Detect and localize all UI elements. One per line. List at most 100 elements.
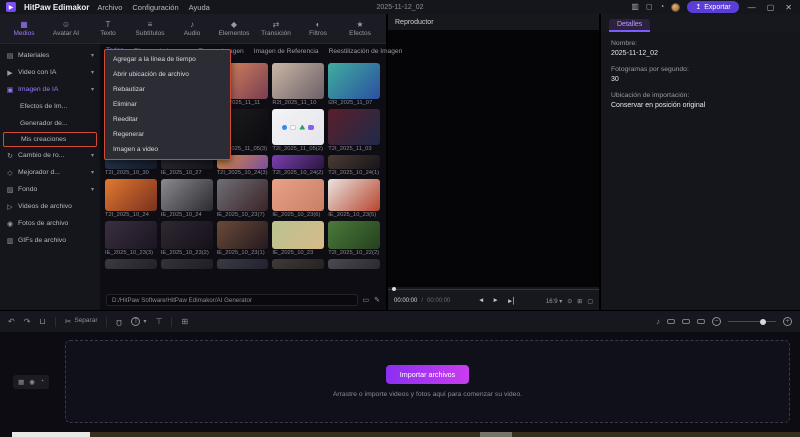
context-menu-item[interactable]: Eliminar	[105, 97, 230, 112]
scrubber-handle[interactable]	[392, 287, 396, 291]
media-thumbnail[interactable]	[216, 179, 269, 211]
sidebar-item[interactable]: ▤ Materiales	[0, 47, 100, 64]
sidebar-item[interactable]: Efectos de Im...	[0, 98, 100, 115]
media-thumbnail[interactable]	[160, 179, 213, 211]
media-tab[interactable]: Imagen de Referencia	[254, 48, 319, 55]
ribbon-item[interactable]: ♪ Audio	[172, 20, 212, 37]
media-item[interactable]: IE_2025_10_23(3)	[105, 221, 157, 256]
ribbon-item[interactable]: ⇄ Transición	[256, 20, 296, 37]
media-thumbnail[interactable]	[272, 63, 325, 99]
menubar-item[interactable]: Configuración	[132, 3, 178, 12]
sidebar-item[interactable]: ↻ Cambio de ro...	[0, 147, 100, 164]
media-thumbnail[interactable]	[216, 259, 269, 269]
media-item[interactable]: T2I_2025_10_24(1)	[328, 155, 380, 176]
media-item[interactable]	[160, 259, 213, 270]
media-item[interactable]	[272, 259, 325, 270]
track-size-small-icon[interactable]	[667, 319, 675, 324]
voiceover-icon[interactable]: ♪	[656, 317, 660, 326]
feedback-icon[interactable]: ◻	[646, 3, 653, 11]
text-tool-button[interactable]: T ▾	[131, 317, 146, 326]
play-icon[interactable]: ►	[492, 297, 498, 305]
media-thumbnail[interactable]	[105, 259, 157, 269]
path-field[interactable]: D:/HitPaw Software/HitPaw Edimakor/AI Ge…	[106, 294, 358, 306]
magnet-icon[interactable]: Ω	[116, 318, 122, 327]
folder-view-icon[interactable]: ▭	[363, 296, 370, 304]
sidebar-item[interactable]: Mis creaciones	[3, 132, 97, 147]
resize-icon[interactable]: ⊞	[577, 298, 582, 305]
media-item[interactable]: IE_2025_10_23(5)	[328, 179, 380, 218]
split-button[interactable]: ✂ Separar	[65, 317, 98, 326]
sidebar-item[interactable]: ▶ Video con IA	[0, 64, 100, 81]
edit-path-icon[interactable]: ✎	[374, 296, 380, 304]
context-menu-item[interactable]: Regenerar	[105, 127, 230, 142]
undo-icon[interactable]: ↶	[8, 317, 15, 326]
media-thumbnail[interactable]	[328, 259, 380, 269]
zoom-slider[interactable]	[728, 318, 776, 325]
sidebar-item[interactable]: ▣ Imagen de IA	[0, 81, 100, 98]
track-size-medium-icon[interactable]	[682, 319, 690, 324]
redo-icon[interactable]: ↷	[24, 317, 31, 326]
ribbon-item[interactable]: ☺ Avatar AI	[46, 20, 86, 37]
zoom-slider-handle[interactable]	[760, 318, 766, 325]
track-grid-icon[interactable]: ▦	[18, 378, 24, 386]
import-dropzone[interactable]: Importar archivos Arrastre o importe vid…	[65, 340, 790, 423]
ribbon-item[interactable]: ≡ Subtítulos	[130, 20, 170, 37]
close-button[interactable]: ✕	[783, 3, 794, 12]
sidebar-item[interactable]: Generador de...	[0, 115, 100, 132]
media-item[interactable]: IE_2025_10_23(1)	[216, 221, 269, 256]
media-item[interactable]: T2I_2025_10_24	[105, 179, 157, 218]
minimize-button[interactable]: —	[746, 3, 758, 12]
sidebar-item[interactable]: ▷ Videos de archivo	[0, 198, 100, 215]
aspect-ratio-select[interactable]: 16:9 ▾	[546, 298, 562, 305]
media-thumbnail[interactable]	[328, 63, 380, 99]
media-item[interactable]: T2I_2025_10_24(2)	[272, 155, 325, 176]
media-thumbnail[interactable]	[328, 155, 380, 169]
context-menu-item[interactable]: Rebautizar	[105, 82, 230, 97]
media-tab[interactable]: Reestilización de Imagen	[329, 48, 403, 55]
media-item[interactable]	[216, 259, 269, 270]
marker-icon[interactable]: ⊤	[155, 317, 162, 326]
media-thumbnail[interactable]	[105, 221, 157, 249]
media-thumbnail[interactable]	[160, 221, 213, 249]
media-item[interactable]	[105, 259, 157, 270]
ribbon-item[interactable]: ◆ Elementos	[214, 20, 254, 37]
ribbon-item[interactable]: ★ Efectos	[340, 20, 380, 37]
import-files-button[interactable]: Importar archivos	[385, 365, 470, 384]
fullscreen-icon[interactable]: ▢	[587, 298, 593, 305]
prev-frame-icon[interactable]: ◄	[478, 297, 484, 305]
ribbon-item[interactable]: T Texto	[88, 20, 128, 37]
media-thumbnail[interactable]	[328, 221, 380, 249]
media-thumbnail[interactable]	[272, 155, 325, 169]
track-size-large-icon[interactable]	[697, 319, 705, 324]
export-button[interactable]: ↥ Exportar	[687, 1, 739, 13]
media-item[interactable]: I2R_2025_11_07	[328, 63, 380, 106]
next-frame-icon[interactable]: ►▏	[507, 297, 518, 305]
delete-icon[interactable]: ⊔	[39, 317, 45, 326]
media-item[interactable]: T2I_2025_10_22(2)	[328, 221, 380, 256]
media-thumbnail[interactable]	[328, 179, 380, 211]
sidebar-item[interactable]: ▥ GIFs de archivo	[0, 232, 100, 249]
media-item[interactable]: IE_2025_10_23(2)	[160, 221, 213, 256]
sidebar-item[interactable]: ▨ Fondo	[0, 181, 100, 198]
history-icon[interactable]: ◔	[660, 3, 665, 11]
tab-details[interactable]: Detalles	[609, 19, 651, 32]
menubar-item[interactable]: Ayuda	[189, 3, 210, 12]
ribbon-item[interactable]: ◐ Filtros	[298, 20, 338, 37]
zoom-out-icon[interactable]: −	[712, 317, 721, 326]
media-item[interactable]: IE_2025_10_23	[272, 221, 325, 256]
media-thumbnail[interactable]	[272, 109, 325, 145]
layout-icon[interactable]: ▥	[631, 3, 639, 11]
media-thumbnail[interactable]	[272, 259, 325, 269]
context-menu-item[interactable]: Abrir ubicación de archivo	[105, 67, 230, 82]
zoom-in-icon[interactable]: +	[783, 317, 792, 326]
crop-icon[interactable]: ⊞	[181, 317, 188, 326]
media-item[interactable]: T2I_2025_11_05(2)	[272, 109, 325, 152]
media-thumbnail[interactable]	[216, 221, 269, 249]
media-item[interactable]: IE_2025_10_23(6)	[272, 179, 325, 218]
player-scrubber[interactable]	[388, 287, 599, 292]
media-thumbnail[interactable]	[160, 259, 213, 269]
ribbon-item[interactable]: ▦ Medios	[4, 20, 44, 37]
media-thumbnail[interactable]	[328, 109, 380, 145]
context-menu-item[interactable]: Reeditar	[105, 112, 230, 127]
media-item[interactable]: R2I_2025_11_10	[272, 63, 325, 106]
